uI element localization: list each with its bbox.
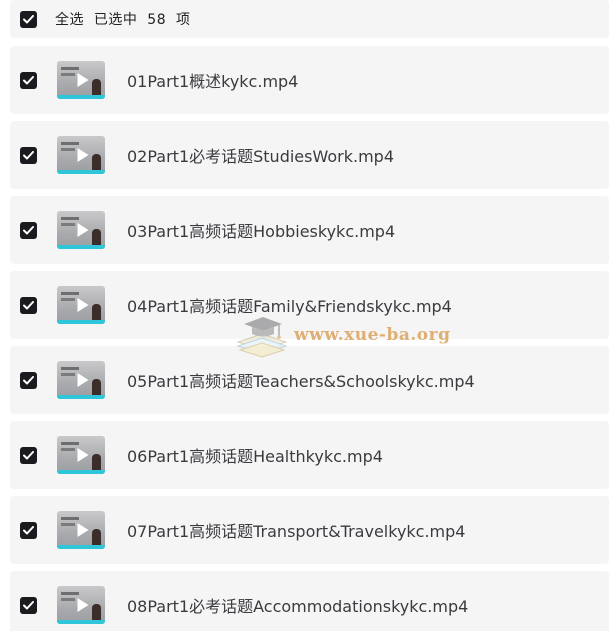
file-name[interactable]: 01Part1概述kykc.mp4 — [127, 68, 298, 92]
thumbnail-text-line — [61, 142, 79, 145]
file-row[interactable]: 02Part1必考话题StudiesWork.mp4 — [10, 121, 609, 189]
file-checkbox[interactable] — [20, 446, 37, 464]
video-thumbnail[interactable] — [57, 61, 105, 99]
select-all-bar[interactable]: 全选 已选中 58 项 — [10, 0, 609, 38]
thumbnail-text-line — [61, 223, 75, 226]
thumbnail-presenter — [92, 154, 101, 170]
file-list-panel: 全选 已选中 58 项 01Part1概述kykc.mp4 02Part1必考话… — [0, 0, 609, 631]
select-all-checkbox[interactable] — [20, 10, 37, 28]
thumbnail-presenter — [92, 604, 101, 620]
thumbnail-text-line — [61, 598, 75, 601]
file-row[interactable]: 03Part1高频话题Hobbieskykc.mp4 — [10, 196, 609, 264]
file-name[interactable]: 04Part1高频话题Family&Friendskykc.mp4 — [127, 293, 452, 317]
thumbnail-text-line — [61, 523, 75, 526]
file-row[interactable]: 05Part1高频话题Teachers&Schoolskykc.mp4 — [10, 346, 609, 414]
thumbnail-text-line — [61, 373, 75, 376]
play-icon — [77, 523, 89, 537]
thumbnail-bottom-strip — [57, 395, 105, 399]
thumbnail-text-line — [61, 292, 79, 295]
play-icon — [77, 373, 89, 387]
checkmark-icon — [23, 150, 34, 159]
file-name[interactable]: 08Part1必考话题Accommodationskykc.mp4 — [127, 593, 468, 617]
video-thumbnail[interactable] — [57, 436, 105, 474]
thumbnail-text-line — [61, 442, 79, 445]
file-name[interactable]: 03Part1高频话题Hobbieskykc.mp4 — [127, 218, 395, 242]
thumbnail-text-line — [61, 298, 75, 301]
checkmark-icon — [23, 75, 34, 84]
file-row[interactable]: 06Part1高频话题Healthkykc.mp4 — [10, 421, 609, 489]
play-icon — [77, 598, 89, 612]
thumbnail-bottom-strip — [57, 320, 105, 324]
file-checkbox[interactable] — [20, 371, 37, 389]
thumbnail-bottom-strip — [57, 245, 105, 249]
video-thumbnail[interactable] — [57, 511, 105, 549]
thumbnail-text-line — [61, 367, 79, 370]
play-icon — [77, 223, 89, 237]
thumbnail-bottom-strip — [57, 170, 105, 174]
checkmark-icon — [23, 375, 34, 384]
checkmark-icon — [23, 300, 34, 309]
thumbnail-text-line — [61, 73, 75, 76]
play-icon — [77, 73, 89, 87]
thumbnail-presenter — [92, 379, 101, 395]
play-icon — [77, 448, 89, 462]
thumbnail-text-line — [61, 67, 79, 70]
file-checkbox[interactable] — [20, 521, 37, 539]
file-checkbox[interactable] — [20, 71, 37, 89]
file-checkbox[interactable] — [20, 596, 37, 614]
thumbnail-presenter — [92, 454, 101, 470]
video-thumbnail[interactable] — [57, 136, 105, 174]
thumbnail-text-line — [61, 592, 79, 595]
play-icon — [77, 148, 89, 162]
file-name[interactable]: 05Part1高频话题Teachers&Schoolskykc.mp4 — [127, 368, 475, 392]
file-checkbox[interactable] — [20, 296, 37, 314]
thumbnail-bottom-strip — [57, 545, 105, 549]
thumbnail-text-line — [61, 148, 75, 151]
thumbnail-text-line — [61, 448, 75, 451]
thumbnail-presenter — [92, 304, 101, 320]
video-thumbnail[interactable] — [57, 361, 105, 399]
checkmark-icon — [23, 450, 34, 459]
file-name[interactable]: 02Part1必考话题StudiesWork.mp4 — [127, 143, 394, 167]
file-row[interactable]: 08Part1必考话题Accommodationskykc.mp4 — [10, 571, 609, 631]
file-name[interactable]: 07Part1高频话题Transport&Travelkykc.mp4 — [127, 518, 465, 542]
file-row[interactable]: 04Part1高频话题Family&Friendskykc.mp4 — [10, 271, 609, 339]
file-checkbox[interactable] — [20, 221, 37, 239]
thumbnail-presenter — [92, 229, 101, 245]
play-icon — [77, 298, 89, 312]
checkmark-icon — [23, 14, 34, 23]
video-thumbnail[interactable] — [57, 586, 105, 624]
checkmark-icon — [23, 225, 34, 234]
file-checkbox[interactable] — [20, 146, 37, 164]
file-row[interactable]: 01Part1概述kykc.mp4 — [10, 46, 609, 114]
thumbnail-bottom-strip — [57, 470, 105, 474]
video-thumbnail[interactable] — [57, 211, 105, 249]
thumbnail-text-line — [61, 517, 79, 520]
selected-count-label: 全选 已选中 58 项 — [55, 12, 191, 28]
file-name[interactable]: 06Part1高频话题Healthkykc.mp4 — [127, 443, 383, 467]
thumbnail-presenter — [92, 79, 101, 95]
thumbnail-bottom-strip — [57, 620, 105, 624]
file-row[interactable]: 07Part1高频话题Transport&Travelkykc.mp4 — [10, 496, 609, 564]
thumbnail-presenter — [92, 529, 101, 545]
checkmark-icon — [23, 525, 34, 534]
checkmark-icon — [23, 600, 34, 609]
thumbnail-text-line — [61, 217, 79, 220]
thumbnail-bottom-strip — [57, 95, 105, 99]
video-thumbnail[interactable] — [57, 286, 105, 324]
